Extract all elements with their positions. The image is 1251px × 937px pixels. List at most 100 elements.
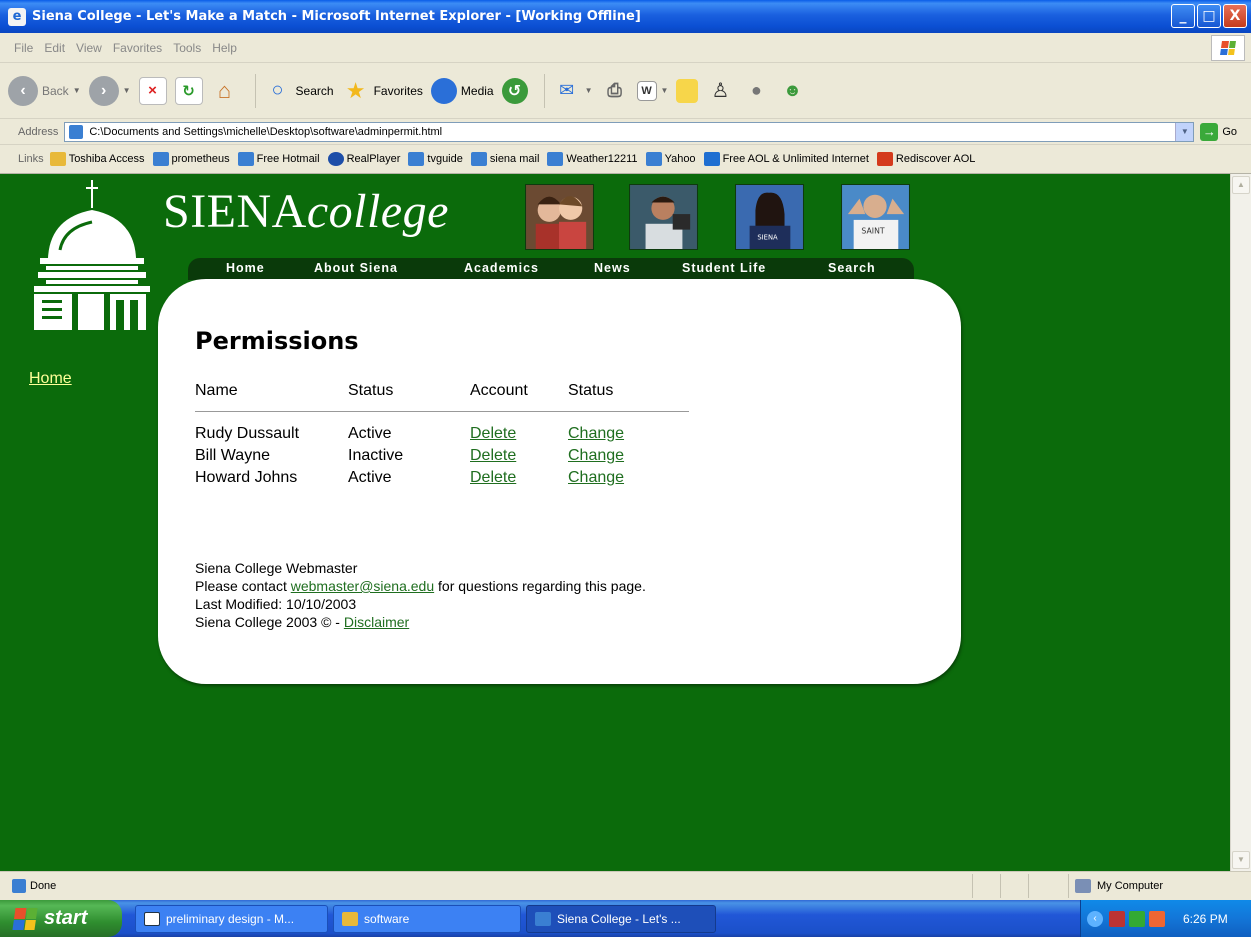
- copyright-text: Siena College 2003 © -: [195, 614, 344, 630]
- link-weather[interactable]: Weather12211: [547, 152, 638, 166]
- siena-college-wordmark: SIENAcollege: [163, 184, 449, 239]
- disclaimer-link[interactable]: Disclaimer: [344, 614, 409, 630]
- discuss-button[interactable]: [676, 78, 699, 103]
- nav-home[interactable]: Home: [226, 261, 265, 275]
- permissions-table: Name Status Account Status Rudy Dussault…: [195, 382, 689, 491]
- menu-view[interactable]: View: [76, 41, 102, 55]
- user-status: Active: [348, 469, 392, 486]
- vertical-scrollbar[interactable]: ▲ ▼: [1230, 174, 1251, 871]
- search-button[interactable]: ○ Search: [264, 77, 333, 105]
- change-link[interactable]: Change: [568, 469, 624, 486]
- link-rediscover-aol[interactable]: Rediscover AOL: [876, 152, 976, 166]
- back-button[interactable]: ‹ Back ▼: [8, 75, 81, 106]
- webmaster-email-link[interactable]: webmaster@siena.edu: [291, 578, 434, 594]
- change-link[interactable]: Change: [568, 425, 624, 442]
- minimize-button[interactable]: _: [1171, 4, 1195, 28]
- dropdown-arrow-icon[interactable]: ▼: [123, 86, 131, 95]
- refresh-button[interactable]: ↻: [174, 76, 203, 105]
- task-preliminary-design[interactable]: preliminary design - M...: [135, 905, 328, 933]
- history-button[interactable]: ↺: [501, 77, 528, 104]
- scroll-down-icon[interactable]: ▼: [1232, 851, 1250, 869]
- edit-button[interactable]: W ▼: [636, 80, 669, 101]
- link-siena-mail[interactable]: siena mail: [470, 152, 540, 166]
- content-panel: Permissions Name Status Account Status R…: [158, 279, 961, 684]
- menu-file[interactable]: File: [14, 41, 33, 55]
- forward-button[interactable]: › ▼: [88, 75, 131, 106]
- link-tvguide[interactable]: tvguide: [408, 152, 463, 166]
- favorites-button[interactable]: ★ Favorites: [342, 77, 423, 105]
- maximize-button[interactable]: □: [1197, 4, 1221, 28]
- chat-bubble-icon: ●: [751, 80, 762, 100]
- windows-logo-icon: [1211, 35, 1245, 61]
- go-button[interactable]: → Go: [1200, 122, 1237, 141]
- research-button[interactable]: ♙: [706, 77, 734, 105]
- star-icon: ★: [345, 77, 366, 103]
- link-label: siena mail: [489, 153, 540, 165]
- favorites-label: Favorites: [373, 83, 423, 98]
- page-icon: [12, 879, 26, 893]
- address-value: C:\Documents and Settings\michelle\Deskt…: [89, 125, 443, 138]
- start-button[interactable]: start: [0, 900, 122, 937]
- task-software-folder[interactable]: software: [333, 905, 521, 933]
- user-name: Rudy Dussault: [195, 425, 300, 442]
- delete-link[interactable]: Delete: [470, 425, 516, 442]
- delete-link[interactable]: Delete: [470, 447, 516, 464]
- task-siena-college[interactable]: Siena College - Let's ...: [526, 905, 716, 933]
- messenger-tray-icon[interactable]: [1129, 910, 1145, 927]
- link-realplayer[interactable]: RealPlayer: [327, 152, 400, 166]
- address-input[interactable]: C:\Documents and Settings\michelle\Deskt…: [64, 121, 1195, 142]
- stop-button[interactable]: ×: [138, 76, 167, 105]
- change-link[interactable]: Change: [568, 447, 624, 464]
- tray-app-icon[interactable]: [1149, 910, 1165, 927]
- delete-link[interactable]: Delete: [470, 469, 516, 486]
- contact-pre: Please contact: [195, 578, 291, 594]
- address-bar: Address C:\Documents and Settings\michel…: [0, 119, 1251, 145]
- left-home-link[interactable]: Home: [29, 370, 72, 388]
- print-icon: ⎙: [607, 80, 622, 100]
- menu-tools[interactable]: Tools: [173, 41, 201, 55]
- nav-student-life[interactable]: Student Life: [682, 261, 766, 275]
- ie-page-icon: [237, 152, 254, 166]
- system-tray: ‹ 6:26 PM: [1080, 900, 1251, 937]
- address-label: Address: [18, 125, 59, 138]
- media-button[interactable]: Media: [430, 77, 494, 104]
- link-toshiba-access[interactable]: Toshiba Access: [49, 152, 145, 166]
- home-button[interactable]: ⌂: [211, 77, 239, 105]
- scroll-up-icon[interactable]: ▲: [1232, 176, 1250, 194]
- link-label: Rediscover AOL: [895, 153, 976, 165]
- back-arrow-icon: ‹: [8, 75, 38, 106]
- messenger-button[interactable]: ☻: [778, 77, 806, 105]
- print-button[interactable]: ⎙: [601, 77, 629, 105]
- nav-about-siena[interactable]: About Siena: [314, 261, 398, 275]
- menu-help[interactable]: Help: [212, 41, 237, 55]
- nav-academics[interactable]: Academics: [464, 261, 539, 275]
- dropdown-arrow-icon[interactable]: ▼: [585, 86, 593, 95]
- site-nav-bar: Home About Siena Academics News Student …: [188, 258, 914, 280]
- menu-favorites[interactable]: Favorites: [113, 41, 162, 55]
- link-prometheus[interactable]: prometheus: [152, 152, 230, 166]
- dropdown-arrow-icon[interactable]: ▼: [661, 86, 669, 95]
- messenger-chat-button[interactable]: ●: [742, 77, 770, 105]
- user-status: Active: [348, 425, 392, 442]
- address-dropdown-icon[interactable]: ▼: [1175, 122, 1194, 141]
- link-free-hotmail[interactable]: Free Hotmail: [237, 152, 320, 166]
- page-icon: [69, 124, 84, 139]
- mail-button[interactable]: ✉ ▼: [553, 77, 593, 105]
- tray-expand-icon[interactable]: ‹: [1087, 910, 1103, 927]
- link-label: Toshiba Access: [68, 153, 145, 165]
- network-icon[interactable]: [1109, 910, 1125, 927]
- ie-page-icon: [408, 152, 425, 166]
- nav-news[interactable]: News: [594, 261, 631, 275]
- window-title-bar[interactable]: e Siena College - Let's Make a Match - M…: [0, 0, 1251, 33]
- footer-contact: Please contact webmaster@siena.edu for q…: [195, 577, 646, 595]
- dropdown-arrow-icon[interactable]: ▼: [73, 86, 81, 95]
- col-status-header: Status: [348, 382, 394, 399]
- link-yahoo[interactable]: Yahoo: [645, 152, 696, 166]
- close-button[interactable]: X: [1223, 4, 1247, 28]
- nav-search[interactable]: Search: [828, 261, 876, 275]
- toolbar-separator: [254, 73, 256, 108]
- status-cells: [972, 874, 1056, 898]
- window-title: Siena College - Let's Make a Match - Mic…: [32, 9, 641, 24]
- link-free-aol[interactable]: Free AOL & Unlimited Internet: [703, 152, 869, 166]
- menu-edit[interactable]: Edit: [44, 41, 65, 55]
